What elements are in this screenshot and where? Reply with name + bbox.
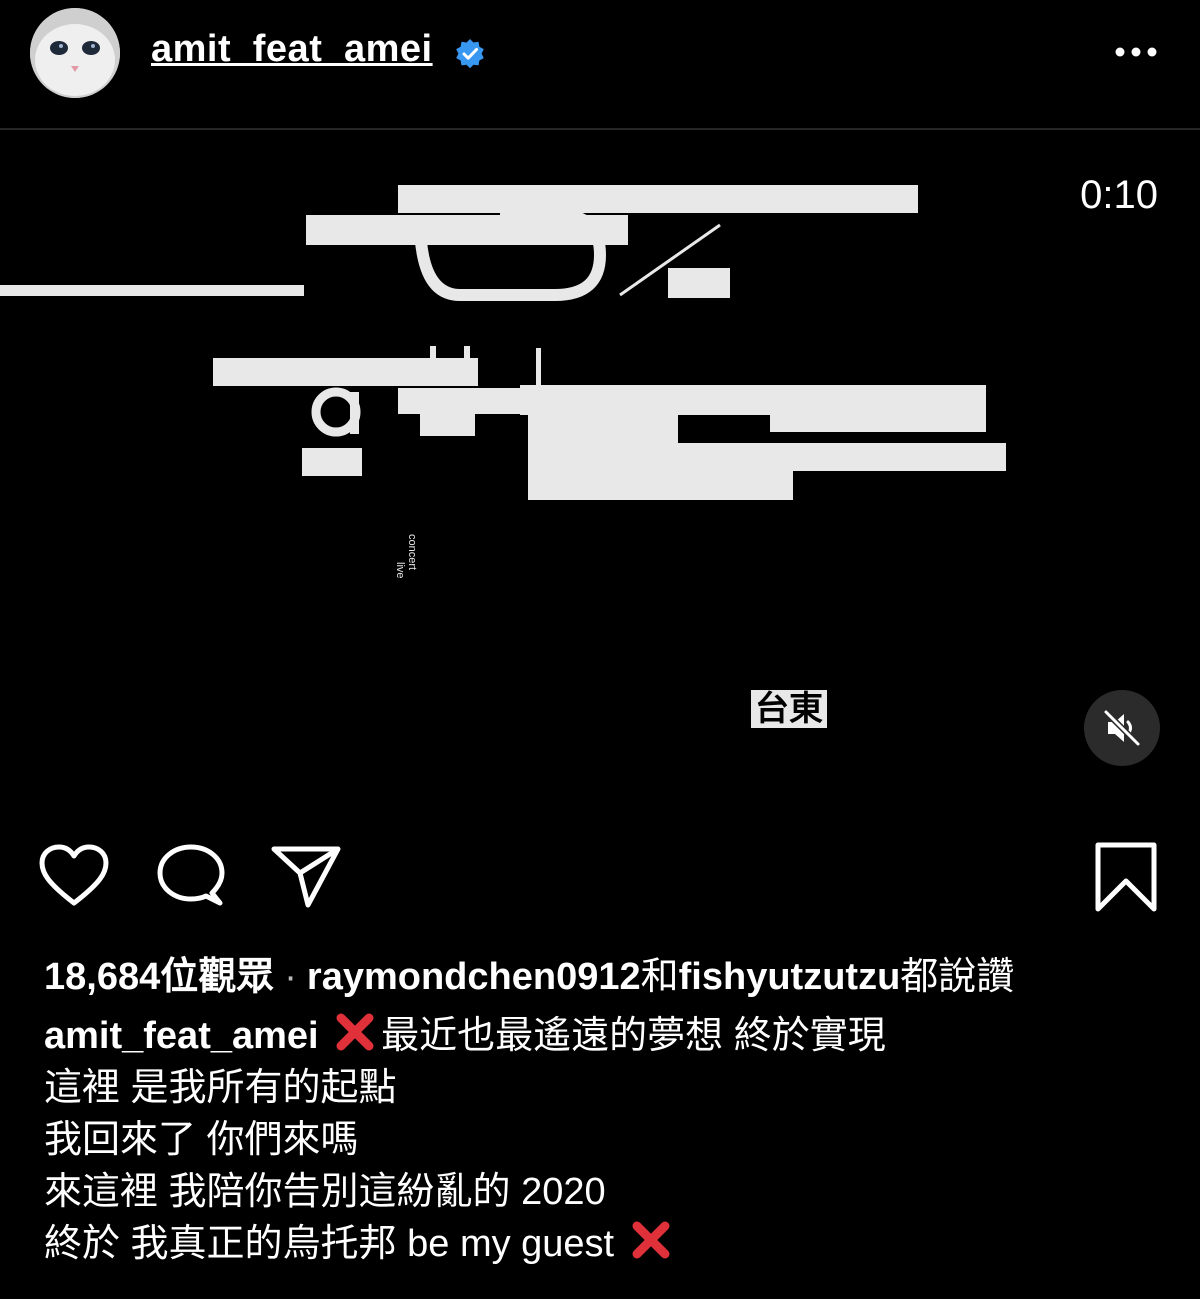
caption-line-4: 來這裡 我陪你告別這紛亂的 2020 [44,1171,606,1213]
verified-badge-icon [456,39,484,69]
cat-avatar-image [30,8,120,98]
liker-link-1[interactable]: raymondchen0912 [307,956,641,998]
separator-dot: · [284,956,297,998]
caption-text-1: 最近也最遙遠的夢想 終於實現 [381,1015,886,1057]
more-options-icon[interactable] [1112,40,1160,64]
paper-plane-icon[interactable] [270,843,342,909]
red-x-emoji-icon [632,1221,670,1259]
avatar[interactable] [30,8,120,98]
view-count: 18,684 [44,956,161,998]
caption-line-2: 這裡 是我所有的起點 [44,1067,397,1109]
username-link[interactable]: amit_feat_amei [151,28,433,71]
mute-button[interactable] [1084,690,1160,766]
video-player[interactable]: live concert 台東 0:10 [0,130,1200,810]
artwork-concert-text: concert [406,534,418,571]
view-and-like-summary: 18,684位觀眾 · raymondchen0912和fishyutzutzu都說… [44,945,1014,1000]
post-header: amit_feat_amei [0,0,1200,128]
post-caption: amit_feat_amei 最近也最遙遠的夢想 終於實現 這裡 是我所有的起點… [44,1010,1164,1270]
and-text: 和 [640,956,679,998]
bookmark-icon[interactable] [1094,841,1158,913]
speaker-muted-icon [1103,709,1141,747]
caption-text-5: 終於 我真正的烏托邦 be my guest [44,1223,615,1265]
caption-line-5: 終於 我真正的烏托邦 be my guest [44,1218,1164,1270]
caption-line-3: 我回來了 你們來嗎 [44,1119,359,1161]
caption-line-1: amit_feat_amei 最近也最遙遠的夢想 終於實現 [44,1010,1164,1062]
artwork-city-text: 台東 [748,690,827,728]
video-timer: 0:10 [1080,173,1158,217]
heart-icon[interactable] [38,843,110,909]
concert-artwork [0,185,1006,500]
action-bar [0,835,1200,925]
liked-suffix: 都說讚 [900,956,1015,998]
caption-username-link[interactable]: amit_feat_amei [44,1015,319,1057]
liker-link-2[interactable]: fishyutzutzu [679,956,901,998]
artwork-live-text: live [394,562,406,579]
red-x-emoji-icon [336,1013,374,1051]
comment-bubble-icon[interactable] [156,843,226,909]
view-label: 位觀眾 [160,956,275,998]
